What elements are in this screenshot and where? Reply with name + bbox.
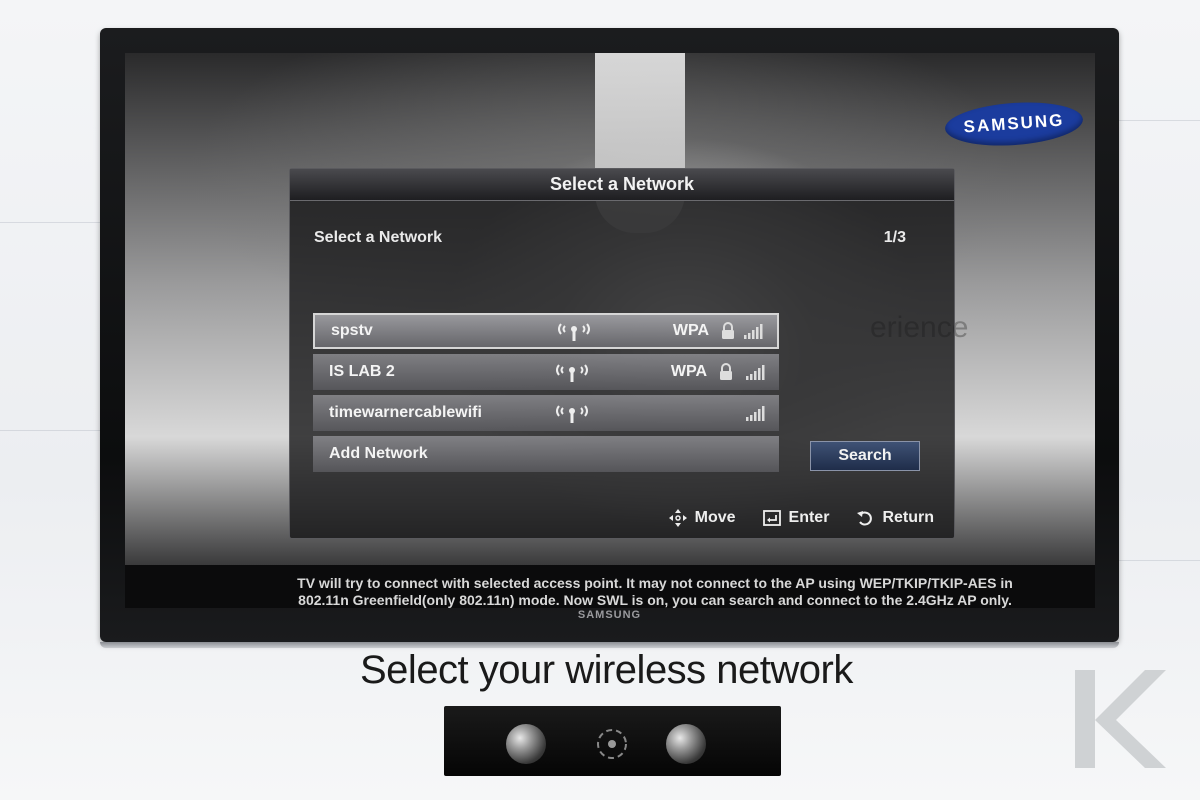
access-point-icon (558, 323, 590, 341)
signal-strength-icon (744, 324, 763, 339)
signal-strength-icon (746, 406, 765, 421)
signal-strength-icon (746, 365, 765, 380)
bezel-brand: SAMSUNG (577, 609, 642, 621)
return-icon (857, 511, 873, 526)
dialog-title: Select a Network (290, 169, 954, 201)
network-name: timewarnercablewifi (329, 404, 482, 421)
add-network-label: Add Network (329, 445, 428, 462)
move-hint: Move (668, 508, 736, 528)
security-type: WPA (670, 363, 707, 380)
caption: Select your wireless network (360, 648, 853, 692)
enter-hint: Enter (762, 508, 830, 528)
access-point-icon (556, 364, 588, 382)
return-hint: Return (855, 508, 934, 528)
network-item-spstv[interactable]: spstv WPA (313, 313, 779, 349)
return-label: Return (882, 509, 934, 526)
k-logo-icon (1075, 670, 1166, 768)
network-item-is-lab-2[interactable]: IS LAB 2 WPA (313, 354, 779, 390)
enter-icon (762, 510, 781, 526)
tv-screen: erience SAMSUNG Select a Network Select … (125, 53, 1095, 608)
network-name: IS LAB 2 (329, 363, 395, 380)
enter-label: Enter (788, 509, 830, 526)
select-network-dialog: Select a Network Select a Network 1/3 sp… (289, 168, 955, 539)
network-list: spstv WPA IS LAB 2 WPA timewarnercablewi… (313, 313, 779, 477)
background-line (0, 430, 100, 431)
security-type: WPA (672, 322, 709, 339)
tv-set: erience SAMSUNG Select a Network Select … (100, 28, 1119, 648)
lock-icon (722, 322, 734, 339)
move-label: Move (694, 509, 736, 526)
background-line (0, 222, 100, 223)
page-indicator: 1/3 (883, 229, 906, 246)
key-hints: Move Enter Return (668, 508, 934, 528)
remote-controls-strip (444, 706, 781, 776)
knob-left-icon (506, 724, 546, 764)
add-network-button[interactable]: Add Network (313, 436, 779, 472)
access-point-icon (556, 405, 588, 423)
info-line-2: 802.11n Greenfield(only 802.11n) mode. N… (298, 592, 1012, 608)
search-button[interactable]: Search (810, 441, 920, 471)
background-line (1119, 560, 1200, 561)
info-line-1: TV will try to connect with selected acc… (297, 575, 1013, 591)
network-name: spstv (331, 322, 373, 339)
connection-info-text: TV will try to connect with selected acc… (220, 575, 1090, 608)
dialog-subtitle: Select a Network (314, 229, 443, 246)
network-item-timewarnercablewifi[interactable]: timewarnercablewifi (313, 395, 779, 431)
dialog-subhead: Select a Network 1/3 (314, 229, 906, 247)
lock-icon (720, 363, 732, 380)
dpad-icon (668, 509, 687, 527)
background-line (1119, 120, 1200, 121)
knob-right-icon (666, 724, 706, 764)
dpad-icon (597, 729, 627, 759)
